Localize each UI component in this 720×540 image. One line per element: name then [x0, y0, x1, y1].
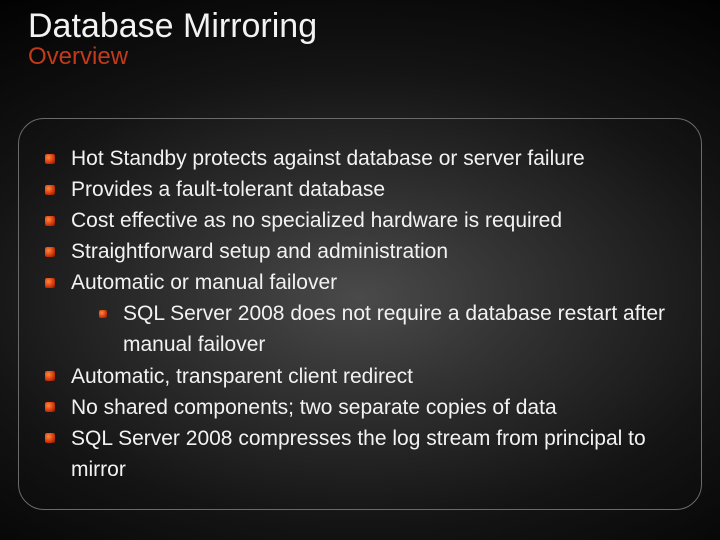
bullet-item: Straightforward setup and administration [45, 236, 675, 267]
slide-subtitle: Overview [28, 43, 720, 71]
bullet-item: Hot Standby protects against database or… [45, 143, 675, 174]
bullet-item: Provides a fault-tolerant database [45, 174, 675, 205]
bullet-item: Cost effective as no specialized hardwar… [45, 205, 675, 236]
bullet-text: Automatic or manual failover [71, 271, 337, 294]
bullet-list: Hot Standby protects against database or… [45, 143, 675, 485]
bullet-item: No shared components; two separate copie… [45, 392, 675, 423]
slide-title: Database Mirroring [28, 8, 720, 45]
bullet-item: SQL Server 2008 compresses the log strea… [45, 423, 675, 485]
content-box: Hot Standby protects against database or… [18, 118, 702, 510]
sub-bullet-list: SQL Server 2008 does not require a datab… [71, 298, 675, 360]
title-block: Database Mirroring Overview [0, 0, 720, 71]
slide: Database Mirroring Overview Hot Standby … [0, 0, 720, 540]
bullet-item: Automatic, transparent client redirect [45, 361, 675, 392]
bullet-item: Automatic or manual failover SQL Server … [45, 267, 675, 360]
sub-bullet-item: SQL Server 2008 does not require a datab… [99, 298, 675, 360]
